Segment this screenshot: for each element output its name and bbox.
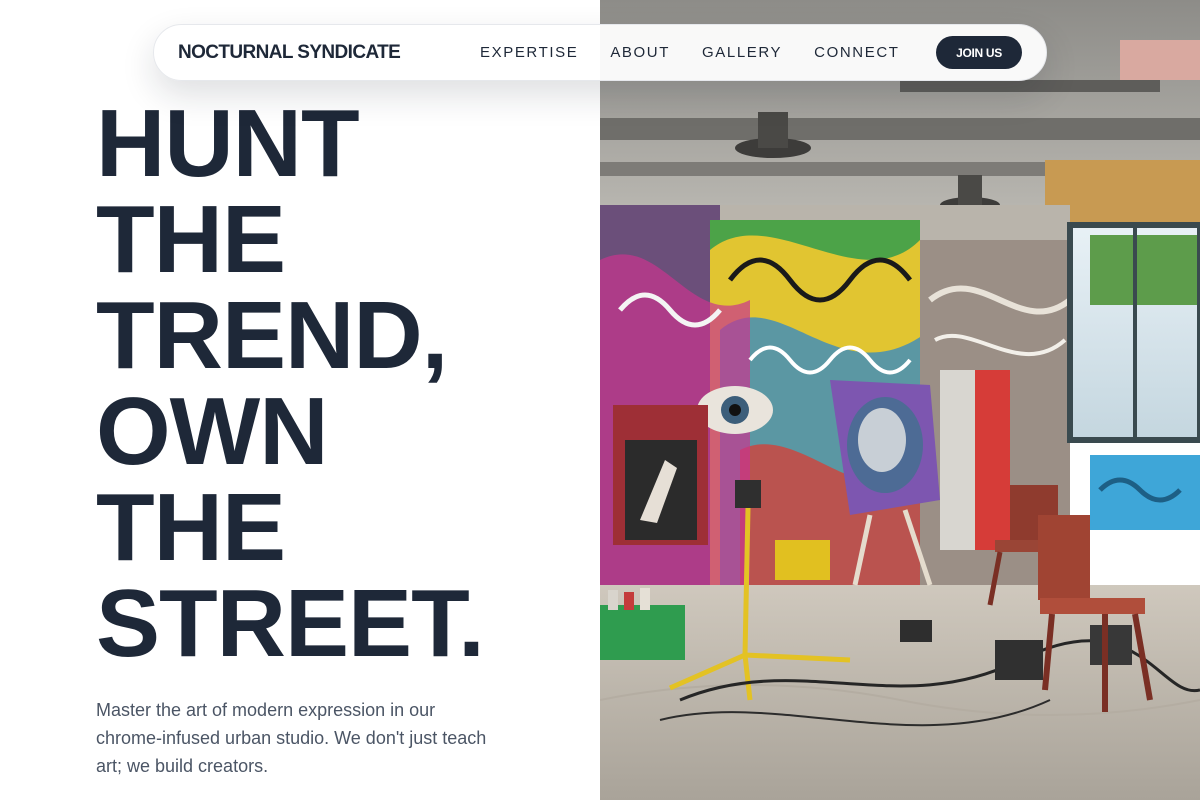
nav-link-about[interactable]: ABOUT [610, 44, 670, 61]
headline-line: OWN [96, 378, 329, 485]
nav-link-gallery[interactable]: GALLERY [702, 44, 782, 61]
hero-content: HUNT THE TREND, OWN THE STREET. Master t… [0, 0, 600, 800]
studio-photo [600, 0, 1200, 800]
join-us-button[interactable]: JOIN US [936, 36, 1022, 69]
hero-headline: HUNT THE TREND, OWN THE STREET. [96, 90, 485, 677]
top-navbar: NOCTURNAL SYNDICATE EXPERTISE ABOUT GALL… [153, 24, 1047, 81]
headline-line: HUNT [96, 90, 360, 197]
nav-link-connect[interactable]: CONNECT [814, 44, 899, 61]
headline-line: STREET. [96, 570, 485, 677]
brand-logo[interactable]: NOCTURNAL SYNDICATE [178, 42, 480, 64]
headline-line: TREND, [96, 282, 448, 389]
hero-subtext: Master the art of modern expression in o… [96, 700, 487, 776]
nav-links: EXPERTISE ABOUT GALLERY CONNECT [480, 44, 932, 61]
nav-link-expertise[interactable]: EXPERTISE [480, 44, 578, 61]
headline-line: THE [96, 186, 286, 293]
headline-line: THE [96, 474, 286, 581]
